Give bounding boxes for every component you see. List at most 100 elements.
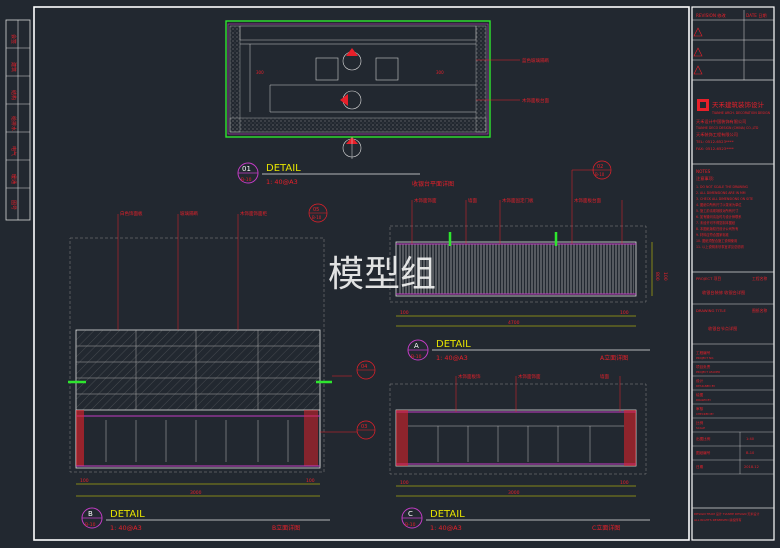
field-3-cn: 绘图	[696, 392, 704, 397]
note-5: 6. 如有疑问请及时与设计师联系	[696, 214, 742, 219]
revision-triangle-2	[693, 47, 703, 57]
a-bubble-num: 02	[597, 164, 603, 170]
field-0-cn: 工程编号	[696, 350, 711, 355]
note-10: 11. 以上说明未尽事宜详见总说明	[696, 244, 744, 249]
project-label: PROJECT 项目	[696, 276, 721, 281]
b-title-caption: B立面详图	[272, 524, 300, 532]
field-2-cn: 设计	[696, 378, 704, 383]
strip-label-2: 结构	[10, 90, 17, 100]
title-block: REVISION 修改 DATE 日期 天禾建筑装饰设计 TIANHE ARCH…	[692, 10, 774, 522]
note-2: 3. CHECK ALL DIMENSIONS ON SITE	[696, 197, 753, 201]
field-7-cn: 图纸编号	[696, 450, 711, 455]
cad-drawing-sheet: 会签 建筑 结构 给排水 电气 暖通 图号 蓝色玻璃隔断 木饰面板台面 300 …	[0, 0, 780, 548]
company-cn: 天禾建筑装饰设计	[712, 100, 765, 109]
a-annotation-2: 墙面	[468, 197, 477, 204]
b-title-ref: B-10	[85, 522, 96, 528]
field-2-en: DESIGNED BY	[696, 384, 715, 388]
a-title-detail: DETAIL	[436, 339, 471, 350]
b-bubble3-num: 03	[361, 424, 367, 430]
note-7: 8. 本图纸版权归设计公司所有	[696, 226, 738, 231]
a-title-num: A	[414, 342, 419, 350]
b-annotation-1: 白色饰面板	[120, 210, 143, 217]
b-title-num: B	[88, 510, 93, 518]
bottom-line-2: ALL RIGHTS RESERVED 版权所有	[694, 517, 742, 522]
revision-triangle-1	[693, 27, 703, 37]
b-bubble2-num: 04	[361, 364, 367, 370]
drawing-tag: 图纸名称	[752, 308, 767, 313]
note-9: 10. 图纸须配合施工说明使用	[696, 238, 737, 243]
c-title-caption: C立面详图	[592, 524, 620, 532]
c-annotation-3: 墙面	[600, 373, 609, 380]
a-dim-h2: 100	[662, 272, 668, 281]
field-5-cn: 比例	[696, 420, 704, 425]
c-annotation-1: 木饰面板饰	[458, 373, 481, 380]
elevation-b: 白色饰面板 玻璃隔断 木饰面饰面柜 05 B-10 04 03 100 3000…	[68, 203, 376, 497]
note-4: 5. 施工前请现场核对所有尺寸	[696, 208, 739, 213]
c-title-ref: B-10	[405, 522, 416, 528]
strip-label-6: 图号	[10, 200, 16, 210]
a-bubble-ref: B-10	[595, 172, 605, 177]
watermark: 模型组	[328, 254, 436, 295]
b-title-scale: 1: 40@A3	[110, 524, 142, 532]
field-6-cn: 出图比例	[696, 436, 711, 441]
field-3-en: DRAWN BY	[696, 398, 711, 402]
b-dim-total: 3000	[190, 490, 202, 496]
plan-title-scale: 1: 40@A3	[266, 178, 298, 186]
company-line2: TIANHE DECO DESIGN (CHINA) CO.,LTD	[695, 126, 759, 130]
plan-annotation-1: 蓝色玻璃隔断	[522, 57, 549, 64]
field-8-cn: 日期	[696, 464, 704, 469]
field-5-en: SCALE	[696, 426, 705, 430]
drawing-label: DRAWING TITLE	[696, 308, 727, 313]
bottom-line-1: DESIGN TEAM 设计 TIANHE DESIGN 天禾设计	[694, 511, 759, 516]
a-dim-left: 100	[400, 310, 409, 316]
elevation-b-title: B B-10 DETAIL 1: 40@A3 B立面详图	[81, 507, 330, 532]
plan-annotation-2: 木饰面板台面	[522, 97, 549, 104]
plan-title-detail: DETAIL	[266, 163, 301, 174]
plan-title-caption: 收银台平面详图	[412, 180, 454, 188]
c-title-scale: 1: 40@A3	[430, 524, 462, 532]
b-title-detail: DETAIL	[110, 509, 145, 520]
revision-date: DATE 日期	[746, 13, 767, 19]
b-dim-right: 100	[306, 478, 315, 484]
field-1-cn: 项目负责	[696, 364, 711, 369]
drawing-value: 收银台节点详图	[708, 325, 737, 332]
strip-label-3: 给排水	[10, 116, 17, 131]
a-dim-right: 100	[620, 310, 629, 316]
a-title-ref: B-10	[411, 354, 422, 360]
c-dim-total: 3000	[508, 490, 520, 496]
a-title-caption: A立面详图	[600, 354, 628, 362]
plan-tag-left: 300	[256, 70, 264, 75]
c-annotation-2: 木饰面饰面	[518, 373, 541, 380]
b-bubble-ref: B-10	[312, 215, 322, 220]
plan-title-num: 01	[242, 165, 251, 173]
a-title-scale: 1: 40@A3	[436, 354, 468, 362]
b-annotation-3: 木饰面饰面柜	[240, 210, 267, 217]
strip-label-4: 电气	[10, 146, 17, 156]
note-3: 4. 图纸中所有尺寸以毫米为单位	[696, 202, 742, 207]
left-signoff-strip: 会签 建筑 结构 给排水 电气 暖通 图号	[5, 19, 31, 221]
a-annotation-1: 木饰面饰面	[414, 197, 437, 204]
b-bubble-num: 05	[313, 207, 319, 213]
company-fax: FAX: 0512-6523****	[696, 146, 734, 151]
note-0: 1. DO NOT SCALE THE DRAWING	[696, 185, 749, 189]
plan-title-ref: B-10	[241, 177, 252, 183]
elevation-c-title: C B-10 DETAIL 1: 40@A3 C立面详图	[401, 507, 650, 532]
notes-sub: 注意事项:	[696, 175, 714, 182]
field-4-cn: 审核	[696, 406, 704, 411]
field-6-val: 1:40	[746, 437, 755, 441]
company-line1: 天禾设计中国装饰有限公司	[696, 118, 746, 125]
plan-view: 蓝色玻璃隔断 木饰面板台面 300 300	[225, 20, 549, 159]
field-7-val: B-10	[746, 451, 755, 455]
field-1-en: PROJECT LEADER	[696, 370, 720, 374]
a-annotation-3: 木饰面固定门板	[502, 197, 534, 204]
field-8-val: 2018.12	[744, 465, 759, 469]
elevation-c: 木饰面板饰 木饰面饰面 墙面 100 3000 100	[389, 373, 647, 497]
company-line3: 天禾装饰工程有限公司	[696, 131, 738, 138]
revision-triangle-3	[693, 65, 703, 75]
field-4-en: CHECKED BY	[696, 412, 714, 416]
note-8: 9. 材料应符合国家标准	[696, 232, 730, 237]
a-dim-h1: 800	[654, 272, 660, 281]
strip-label-5: 暖通	[10, 174, 17, 184]
note-6: 7. 未经许可不得复制本图纸	[696, 220, 736, 225]
c-title-num: C	[408, 510, 413, 518]
